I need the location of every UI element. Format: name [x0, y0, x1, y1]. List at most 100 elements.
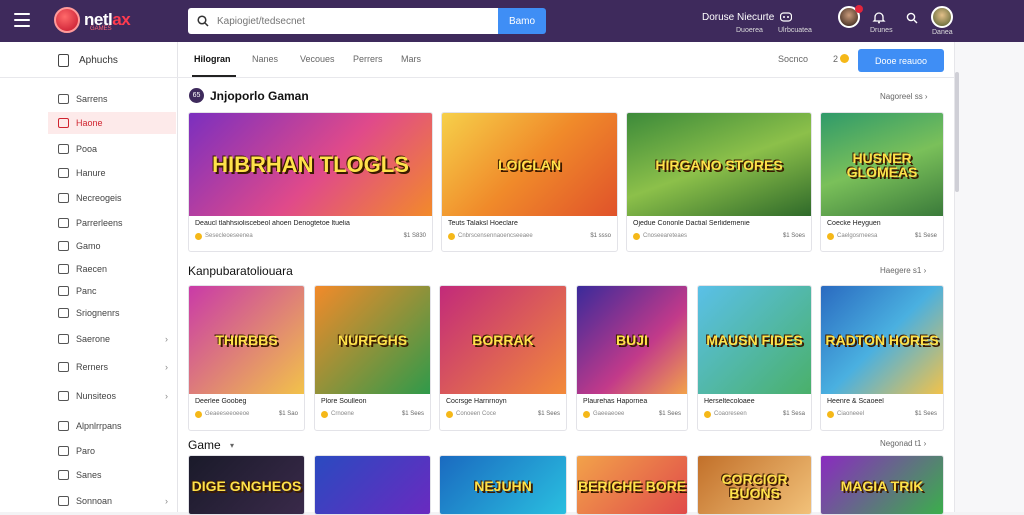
game-title[interactable]: Heenre & Scaoeel — [827, 398, 939, 405]
tab-more[interactable]: Mars — [401, 54, 421, 64]
fire-icon — [58, 118, 69, 128]
game-thumbnail[interactable]: BERIGHE BORE — [577, 456, 687, 514]
game-card[interactable]: BORRAK Cocrsge Harnrnoyn Conoeen Coce $1 Se… — [439, 285, 567, 431]
game-title[interactable]: Teuts Talaksl Hoeclare — [448, 220, 613, 227]
game-price: $1 S830 — [403, 233, 426, 239]
game-thumbnail[interactable]: MAUSN FIDES — [698, 286, 811, 394]
game-card[interactable]: NEJUHN — [439, 455, 567, 515]
sidebar-item-1[interactable]: Haone — [48, 112, 176, 134]
tab-categories[interactable]: Perrers — [353, 54, 383, 64]
chevron-right-icon: › — [165, 334, 168, 344]
game-thumbnail[interactable] — [315, 456, 430, 514]
game-thumbnail[interactable]: HIRGANO STORES — [627, 113, 811, 216]
game-card[interactable]: CORCIOR BUONS — [697, 455, 812, 515]
tab-home[interactable]: Hilogran — [194, 54, 231, 64]
game-card[interactable]: DIGE GNGHEOS — [188, 455, 305, 515]
game-thumbnail[interactable]: HIBRHAN TLOGLS — [189, 113, 432, 216]
game-card[interactable] — [314, 455, 431, 515]
profile-label: Danea — [932, 29, 953, 36]
sidebar-item-label: Sanes — [76, 470, 102, 480]
sidebar-item-4[interactable]: Necreogeis — [48, 187, 176, 209]
puzzle-icon — [58, 218, 69, 228]
game-title[interactable]: Deerlee Goobeg — [195, 398, 300, 405]
gamepad-icon[interactable] — [780, 12, 792, 22]
sidebar-item-8[interactable]: Panc — [48, 280, 176, 302]
game-card[interactable]: MAGIA TRIK — [820, 455, 944, 515]
game-title[interactable]: Cocrsge Harnrnoyn — [446, 398, 562, 405]
game-thumbnail[interactable]: MAGIA TRIK — [821, 456, 943, 514]
menu-icon[interactable] — [14, 13, 30, 27]
sidebar-item-13[interactable]: Alpnlrrpans — [48, 415, 176, 437]
game-title[interactable]: Plore Soulleon — [321, 398, 426, 405]
game-thumbnail[interactable]: NEJUHN — [440, 456, 566, 514]
search-input[interactable] — [217, 15, 487, 27]
profile-avatar[interactable] — [931, 6, 953, 28]
sidebar-item-label: Raecen — [76, 264, 108, 274]
sidebar-item-label: Parrerleens — [76, 218, 123, 228]
section-title-recommended: Kanpubaratoliouara — [188, 264, 293, 278]
sidebar: Aphuchs Sarrens Haone Pooa Hanure Necreogeis… — [0, 42, 178, 512]
sidebar-item-12[interactable]: Nunsiteos › — [48, 385, 176, 407]
game-card[interactable]: THIRBBS Deerlee Goobeg Geaeeseeoeeoe $1 Sao — [188, 285, 305, 431]
game-title[interactable]: Deaucl tlahhsioliscebeol ahoen Denogteto… — [195, 220, 428, 227]
game-card[interactable]: MAUSN FIDES Herseltecoloaee Coaoreseen $1 S… — [697, 285, 812, 431]
sidebar-item-16[interactable]: Sonnoan › — [48, 490, 176, 512]
game-thumbnail[interactable]: BORRAK — [440, 286, 566, 394]
game-thumbnail[interactable]: HUSNER GLOMEAS — [821, 113, 943, 216]
coin-icon — [827, 411, 834, 418]
sidebar-item-10[interactable]: Saerone › — [48, 328, 176, 350]
game-card[interactable]: BUJI Plaurehas Hapornea Gaeeaeoee $1 Sees — [576, 285, 688, 431]
scrollbar-thumb[interactable] — [955, 72, 959, 192]
sidebar-item-15[interactable]: Sanes — [48, 464, 176, 486]
chevron-down-icon[interactable]: ▾ — [230, 441, 234, 450]
game-card[interactable]: LOIGLAN Teuts Talaksl Hoeclare Cnbrscensen… — [441, 112, 618, 252]
game-title[interactable]: Coecke Heyguen — [827, 220, 939, 227]
game-card[interactable]: NURFGHS Plore Soulleon Crnoene $1 Sees — [314, 285, 431, 431]
coin-icon — [583, 411, 590, 418]
search-icon[interactable] — [906, 12, 918, 24]
sidebar-item-9[interactable]: Sriognenrs — [48, 302, 176, 324]
sidebar-item-label: Alpnlrrpans — [76, 421, 122, 431]
sidebar-item-6[interactable]: Gamo — [48, 235, 176, 257]
scrollbar-track[interactable] — [954, 42, 1024, 512]
coin-icon — [446, 411, 453, 418]
game-thumbnail[interactable]: NURFGHS — [315, 286, 430, 394]
game-thumbnail[interactable]: THIRBBS — [189, 286, 304, 394]
game-card[interactable]: RADTON HORES Heenre & Scaoeel Ciaoneeel $1 … — [820, 285, 944, 431]
game-thumbnail[interactable]: DIGE GNGHEOS — [189, 456, 304, 514]
section-badge-icon: 65 — [189, 88, 204, 103]
game-title[interactable]: Ojedue Cononle Dactial Serlidemenie — [633, 220, 807, 227]
sidebar-header[interactable]: Aphuchs — [0, 42, 178, 78]
game-thumbnail[interactable]: RADTON HORES — [821, 286, 943, 394]
game-title[interactable]: Plaurehas Hapornea — [583, 398, 683, 405]
game-card[interactable]: HIBRHAN TLOGLS Deaucl tlahhsioliscebeol a… — [188, 112, 433, 252]
section-more-games[interactable]: Negonad t1 › — [880, 439, 926, 448]
game-thumbnail[interactable]: CORCIOR BUONS — [698, 456, 811, 514]
tab-new[interactable]: Nanes — [252, 54, 278, 64]
game-card[interactable]: HUSNER GLOMEAS Coecke Heyguen Caelgosrnees… — [820, 112, 944, 252]
sidebar-item-3[interactable]: Hanure — [48, 162, 176, 184]
sidebar-item-0[interactable]: Sarrens — [48, 88, 176, 110]
star-icon — [58, 144, 69, 154]
sort-label[interactable]: Socnco — [778, 54, 808, 64]
section-more-featured[interactable]: Nagoreel ss › — [880, 92, 928, 101]
sidebar-item-14[interactable]: Paro — [48, 440, 176, 462]
game-thumbnail[interactable]: LOIGLAN — [442, 113, 617, 216]
globe-icon — [58, 496, 69, 506]
sidebar-item-7[interactable]: Raecen — [48, 258, 176, 280]
game-card[interactable]: BERIGHE BORE — [576, 455, 688, 515]
tab-popular[interactable]: Vecoues — [300, 54, 335, 64]
sidebar-item-2[interactable]: Pooa — [48, 138, 176, 160]
primary-action-button[interactable]: Dooe reauoo — [858, 49, 944, 72]
game-thumbnail[interactable]: BUJI — [577, 286, 687, 394]
sidebar-item-5[interactable]: Parrerleens — [48, 212, 176, 234]
search-box[interactable] — [188, 8, 498, 34]
game-title[interactable]: Herseltecoloaee — [704, 398, 807, 405]
search-button[interactable]: Bamo — [498, 8, 546, 34]
game-card[interactable]: HIRGANO STORES Ojedue Cononle Dactial Ser… — [626, 112, 812, 252]
account-title[interactable]: Doruse Niecurte — [702, 12, 774, 23]
bell-icon[interactable] — [872, 11, 886, 24]
sidebar-item-label: Saerone — [76, 334, 111, 344]
section-more-recommended[interactable]: Haegere s1 › — [880, 266, 926, 275]
sidebar-item-11[interactable]: Rerners › — [48, 356, 176, 378]
